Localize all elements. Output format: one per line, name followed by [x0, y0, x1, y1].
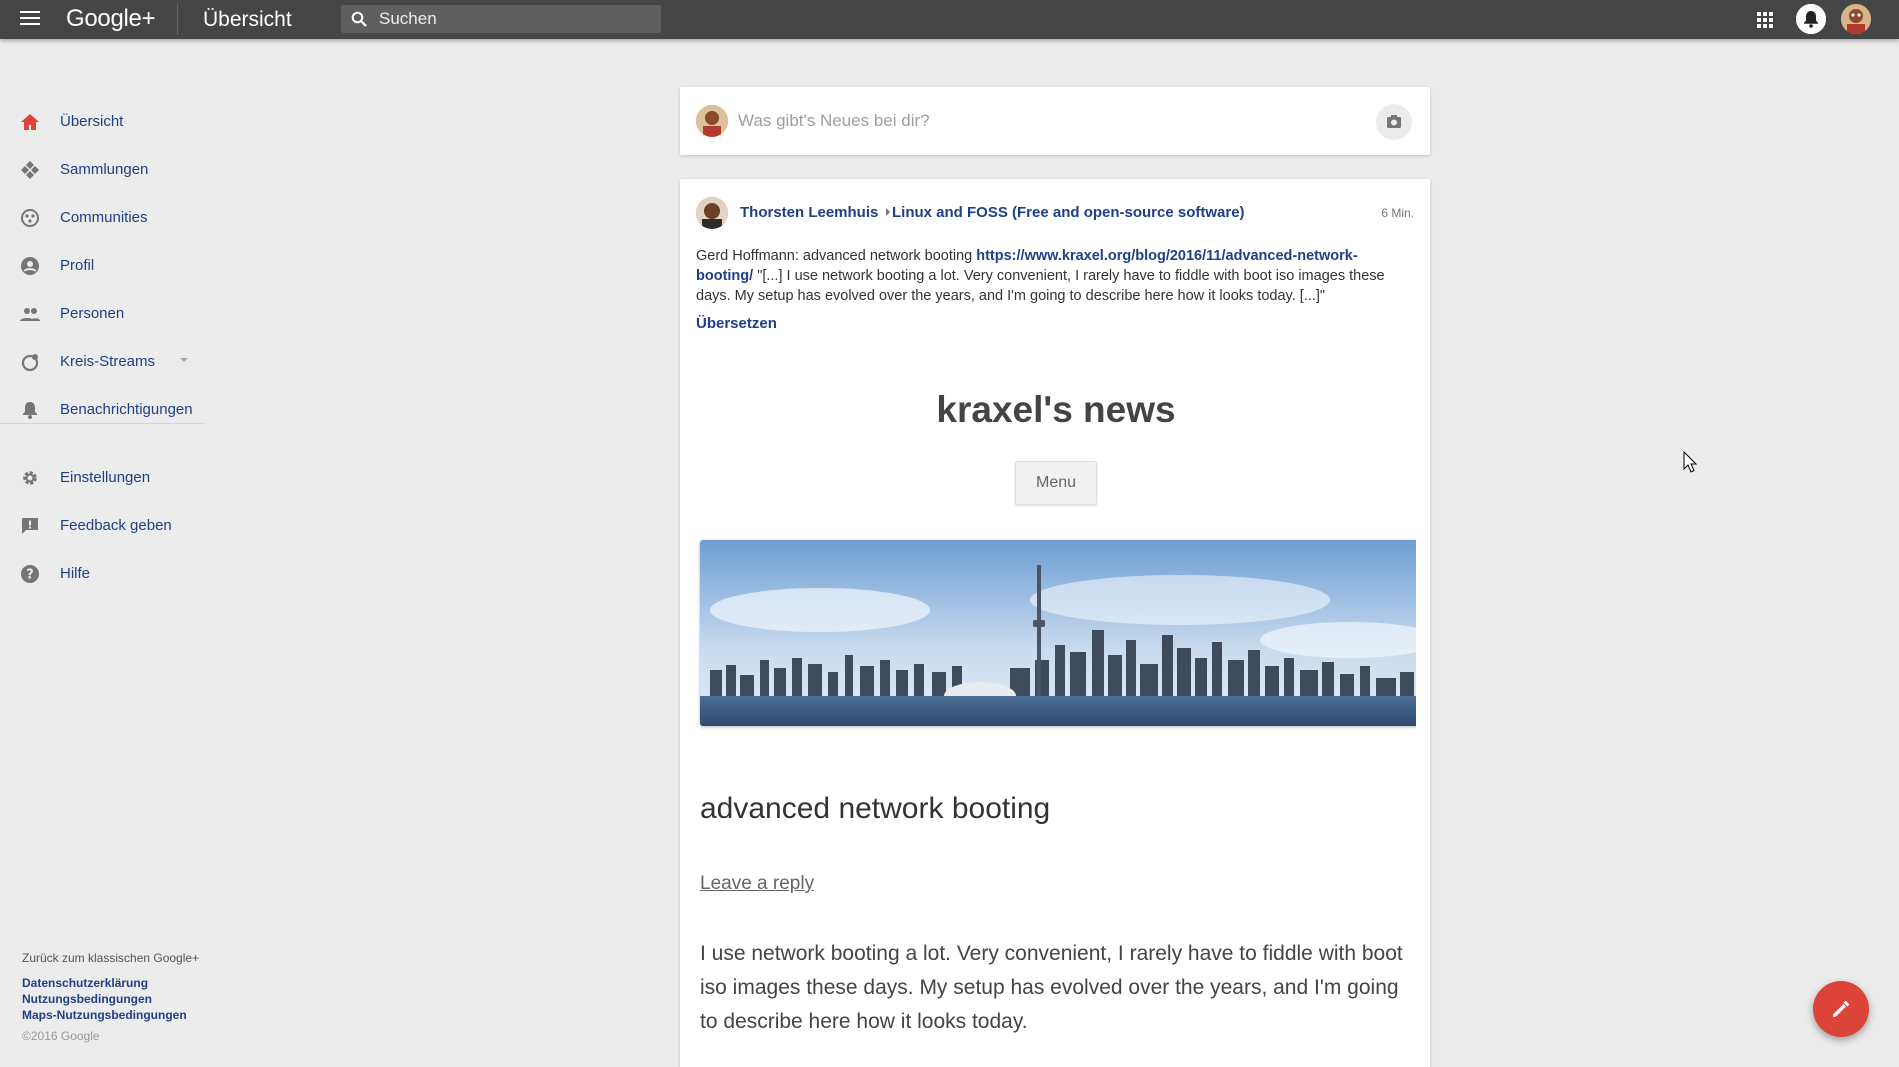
add-photo-button[interactable]	[1376, 104, 1412, 140]
sidebar-item-label: Übersicht	[60, 113, 124, 130]
sidebar-item-label: Einstellungen	[60, 469, 151, 486]
top-bar: Google+ Übersicht	[0, 0, 1899, 39]
sidebar-item-profile[interactable]: Profil	[0, 245, 205, 285]
page-title: Übersicht	[203, 8, 292, 31]
sidebar-item-collections[interactable]: Sammlungen	[0, 149, 205, 189]
home-icon	[21, 114, 39, 130]
account-avatar[interactable]	[1841, 4, 1871, 34]
svg-text:?: ?	[26, 568, 34, 583]
sidebar-item-people[interactable]: Personen	[0, 293, 205, 333]
community-link[interactable]: Linux and FOSS (Free and open-source sof…	[892, 204, 1245, 221]
apps-grid-icon[interactable]	[1757, 12, 1773, 28]
sidebar-divider	[0, 423, 205, 424]
maps-terms-link[interactable]: Maps-Nutzungsbedingungen	[22, 1007, 199, 1023]
terms-link[interactable]: Nutzungsbedingungen	[22, 991, 199, 1007]
composer-input[interactable]	[738, 107, 1338, 135]
classic-link[interactable]: Zurück zum klassischen Google+	[22, 951, 199, 965]
profile-icon	[21, 257, 39, 275]
sidebar-item-label: Feedback geben	[60, 517, 172, 534]
sidebar: Übersicht Sammlungen Communities Profil …	[0, 39, 205, 1067]
help-icon: ?	[21, 565, 39, 583]
sidebar-item-circle-streams[interactable]: Kreis-Streams	[0, 341, 205, 381]
search-icon	[351, 11, 367, 27]
chevron-down-icon[interactable]	[180, 358, 188, 362]
author-name[interactable]: Thorsten Leemhuis	[740, 204, 878, 221]
sidebar-item-label: Sammlungen	[60, 161, 149, 178]
camera-icon	[1387, 115, 1401, 128]
privacy-link[interactable]: Datenschutzerklärung	[22, 975, 199, 991]
sidebar-item-label: Profil	[60, 257, 95, 274]
site-menu-button[interactable]: Menu	[1015, 461, 1097, 505]
communities-icon	[21, 209, 39, 227]
sidebar-item-settings[interactable]: Einstellungen	[0, 457, 205, 497]
author-avatar[interactable]	[696, 197, 728, 229]
search-box[interactable]	[341, 5, 661, 33]
people-icon	[20, 308, 40, 321]
post-text-quote: "[...] I use network booting a lot. Very…	[696, 268, 1385, 304]
bell-icon	[1796, 4, 1826, 34]
feedback-icon	[22, 518, 38, 534]
sidebar-item-label: Communities	[60, 209, 148, 226]
sidebar-item-label: Personen	[60, 305, 125, 322]
link-preview[interactable]: kraxel's news Menu advanced network boot…	[696, 347, 1416, 1067]
post-composer[interactable]	[680, 87, 1430, 155]
sidebar-footer: Zurück zum klassischen Google+ Datenschu…	[22, 951, 199, 1043]
post-text: Gerd Hoffmann: advanced network booting …	[696, 246, 1412, 306]
circles-icon	[21, 354, 39, 372]
article-title: advanced network booting	[700, 792, 1051, 825]
leave-reply-link[interactable]: Leave a reply	[700, 873, 814, 895]
sidebar-item-label: Benachrichtigungen	[60, 401, 193, 418]
menu-icon[interactable]	[20, 11, 40, 27]
translate-link[interactable]: Übersetzen	[696, 315, 777, 332]
topbar-divider	[177, 4, 178, 35]
post-timestamp[interactable]: 6 Min.	[1381, 206, 1414, 220]
mouse-cursor-icon	[1683, 451, 1697, 473]
copyright: ©2016 Google	[22, 1029, 100, 1043]
sidebar-item-label: Kreis-Streams	[60, 353, 156, 370]
notifications-button[interactable]	[1796, 4, 1826, 34]
sidebar-item-overview[interactable]: Übersicht	[0, 101, 205, 141]
search-input[interactable]	[379, 8, 649, 30]
article-excerpt: I use network booting a lot. Very conven…	[700, 942, 1403, 1033]
pencil-icon	[1833, 1001, 1849, 1017]
google-plus-logo[interactable]: Google+	[66, 5, 156, 33]
post-card: Thorsten Leemhuis Linux and FOSS (Free a…	[680, 179, 1430, 1067]
bell-icon	[23, 402, 37, 419]
collections-icon	[21, 161, 39, 179]
arrow-right-icon	[886, 208, 890, 216]
sidebar-item-communities[interactable]: Communities	[0, 197, 205, 237]
sidebar-item-help[interactable]: ? Hilfe	[0, 553, 205, 593]
sidebar-item-feedback[interactable]: Feedback geben	[0, 505, 205, 545]
site-title: kraxel's news	[936, 389, 1176, 430]
composer-avatar	[696, 105, 728, 137]
sidebar-item-label: Hilfe	[60, 565, 91, 582]
skyline-banner-image	[700, 540, 1416, 726]
gear-icon	[23, 471, 37, 485]
new-post-button[interactable]	[1813, 981, 1869, 1037]
post-text-prefix: Gerd Hoffmann: advanced network booting	[696, 248, 977, 264]
avatar-image	[1841, 4, 1871, 34]
